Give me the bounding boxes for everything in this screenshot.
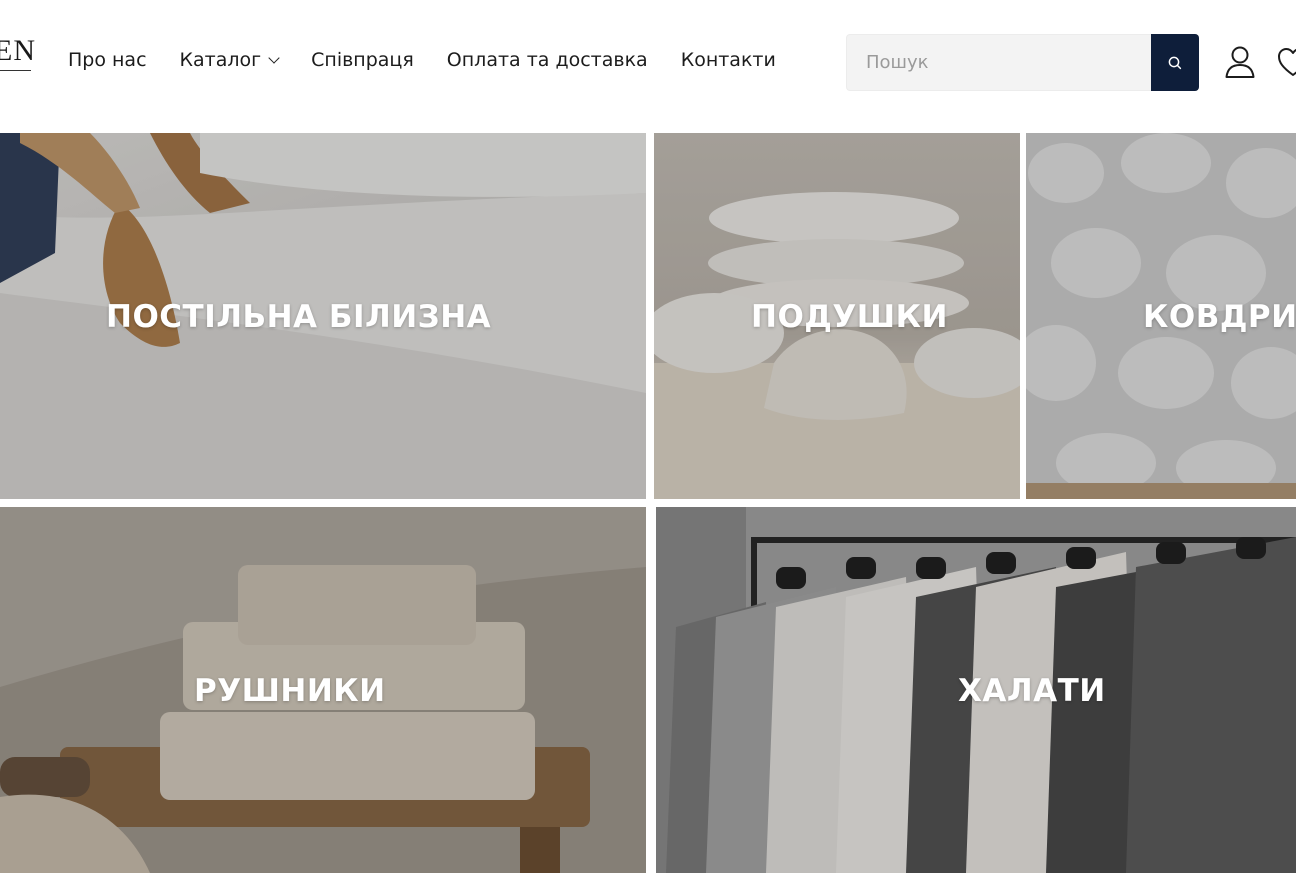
category-label-bed-linen: ПОСТІЛЬНА БІЛИЗНА: [106, 299, 492, 335]
category-label-towels: РУШНИКИ: [194, 673, 386, 709]
site-header: EN Про нас Каталог Співпраця Оплата та д…: [0, 0, 1296, 126]
nav-item-payment-delivery-label: Оплата та доставка: [446, 49, 648, 71]
search-button[interactable]: [1151, 34, 1199, 91]
category-tile-bathrobes[interactable]: ХАЛАТИ: [656, 507, 1296, 873]
nav-item-catalog-label: Каталог: [179, 49, 262, 71]
logo-underline: [0, 70, 31, 71]
nav-item-contacts-label: Контакти: [680, 49, 776, 71]
nav-item-payment-delivery[interactable]: Оплата та доставка: [447, 49, 648, 71]
nav-item-about[interactable]: Про нас: [68, 49, 147, 71]
search-box: [846, 34, 1199, 91]
nav-item-cooperation[interactable]: Співпраця: [311, 49, 414, 71]
category-label-bathrobes: ХАЛАТИ: [958, 673, 1106, 709]
nav-item-contacts[interactable]: Контакти: [681, 49, 776, 71]
nav-item-cooperation-label: Співпраця: [311, 49, 414, 71]
category-label-pillows: ПОДУШКИ: [751, 299, 948, 335]
chevron-down-icon: [268, 51, 280, 64]
logo[interactable]: EN: [0, 34, 36, 68]
main-nav: Про нас Каталог Співпраця Оплата та дост…: [68, 49, 776, 71]
search-icon: [1168, 56, 1182, 69]
category-label-blankets: КОВДРИ: [1143, 299, 1296, 335]
category-tile-towels[interactable]: РУШНИКИ: [0, 507, 646, 873]
category-tile-pillows[interactable]: ПОДУШКИ: [654, 133, 1020, 499]
search-input[interactable]: [847, 35, 1152, 90]
user-icon[interactable]: [1223, 44, 1257, 80]
nav-item-about-label: Про нас: [68, 49, 147, 71]
category-tile-blankets[interactable]: КОВДРИ: [1026, 133, 1296, 499]
nav-item-catalog[interactable]: Каталог: [179, 49, 280, 71]
category-tile-bed-linen[interactable]: ПОСТІЛЬНА БІЛИЗНА: [0, 133, 646, 499]
heart-icon[interactable]: [1276, 44, 1296, 80]
